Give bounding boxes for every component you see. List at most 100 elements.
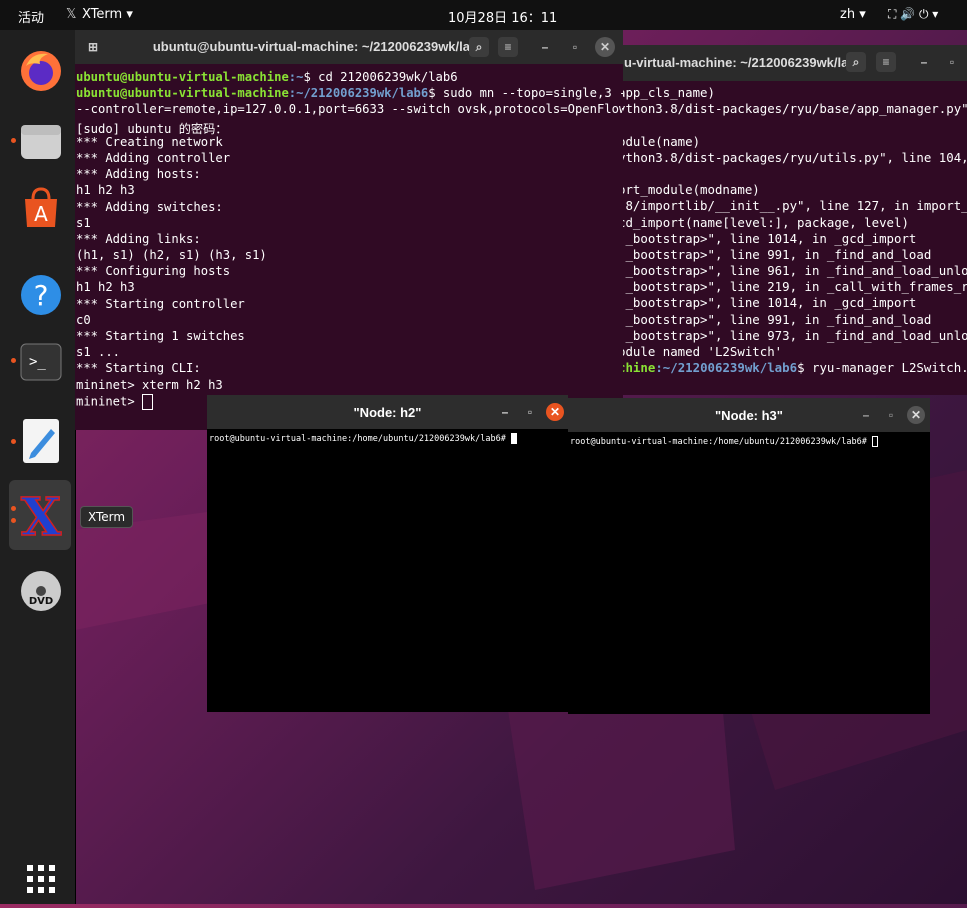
terminal-line: ._bootstrap>", line 219, in _call_with_f…	[618, 279, 967, 295]
text-cursor	[142, 393, 154, 410]
terminal-line: ._bootstrap>", line 961, in _find_and_lo…	[618, 263, 967, 279]
menu-icon[interactable]: ≡	[876, 52, 896, 72]
terminal-line: odule named 'L2Switch'	[618, 344, 783, 359]
prompt-host: chine	[618, 360, 656, 375]
terminal-line: *** Configuring hosts	[76, 264, 231, 279]
svg-text:A: A	[34, 202, 48, 226]
files-icon[interactable]	[12, 112, 70, 170]
terminal-line: *** Adding controller	[76, 150, 231, 165]
close-icon[interactable]: ✕	[546, 403, 564, 421]
terminal-line: .8/importlib/__init__.py", line 127, in …	[618, 198, 967, 214]
xterm-titlebar[interactable]: "Node: h2" – ▫ ✕	[207, 395, 568, 429]
prompt-command: $ ryu-manager L2Switch.py	[797, 360, 967, 375]
terminal-line: h1 h2 h3	[76, 183, 135, 198]
terminal-line: odule(name)	[618, 133, 701, 149]
terminal-line: *** Starting controller	[76, 296, 245, 311]
prompt-path: :~	[288, 70, 304, 84]
terminal-line: cd_import(name[level:], package, level)	[618, 214, 909, 230]
terminal-line: *** Adding links:	[76, 231, 201, 246]
search-icon[interactable]: ⌕	[846, 52, 866, 72]
terminal-window-ryu[interactable]: u-virtual-machine: ~/212006239wk/lab6 ⌕ …	[608, 45, 967, 395]
terminal-line: *** Adding switches:	[76, 199, 223, 214]
minimize-icon[interactable]: –	[856, 405, 876, 425]
firefox-icon[interactable]	[12, 42, 70, 100]
terminal-line: ort_module(modname)	[618, 182, 760, 198]
terminal-line: *** Creating network	[76, 134, 223, 149]
svg-text:X: X	[21, 487, 62, 543]
mininet-prompt: mininet>	[76, 394, 143, 409]
terminal-line: ._bootstrap>", line 991, in _find_and_lo…	[618, 246, 932, 262]
terminal-output: app_cls_name) ython3.8/dist-packages/ryu/…	[618, 85, 967, 360]
activities-button[interactable]: 活动	[18, 7, 44, 26]
running-indicator	[11, 506, 16, 511]
running-indicator	[11, 358, 16, 363]
top-bar: 活动 𝕏 XTerm ▾ 10月28日 16：11 zh ▾ ⛶ 🔊 ⏻ ▾	[0, 0, 967, 30]
terminal-output: ubuntu@ubuntu-virtual-machine:~$ cd 2120…	[76, 70, 623, 410]
terminal-titlebar[interactable]: u-virtual-machine: ~/212006239wk/lab6 ⌕ …	[608, 45, 967, 81]
close-icon[interactable]: ✕	[907, 406, 925, 424]
minimize-icon[interactable]: –	[495, 402, 515, 422]
dvd-icon[interactable]: DVD	[12, 562, 70, 620]
dock: A ? >_ X DVD	[0, 30, 76, 904]
terminal-titlebar[interactable]: ⊞ ubuntu@ubuntu-virtual-machine: ~/21200…	[75, 30, 623, 64]
terminal-line: s1	[76, 215, 91, 230]
menu-icon[interactable]: ≡	[498, 37, 518, 57]
help-icon[interactable]: ?	[12, 266, 70, 324]
language-menu[interactable]: zh ▾	[840, 7, 866, 22]
terminal-line: mininet> xterm h2 h3	[76, 377, 223, 392]
prompt-command: $ sudo mn --topo=single,3 --mac	[428, 86, 623, 101]
software-icon[interactable]: A	[12, 180, 70, 238]
svg-text:>_: >_	[29, 354, 46, 370]
text-editor-icon[interactable]	[12, 412, 70, 470]
terminal-line: ython3.8/dist-packages/ryu/base/app_mana…	[618, 101, 967, 117]
terminal-line: ._bootstrap>", line 991, in _find_and_lo…	[618, 311, 932, 327]
terminal-line: ython3.8/dist-packages/ryu/utils.py", li…	[618, 149, 967, 165]
text-cursor	[871, 436, 878, 447]
maximize-icon[interactable]: ▫	[881, 405, 901, 425]
text-cursor	[510, 433, 517, 444]
shell-prompt: root@ubuntu-virtual-machine:/home/ubuntu…	[570, 437, 872, 447]
terminal-line: [sudo] ubuntu 的密码：	[76, 121, 228, 136]
xterm-window-h3[interactable]: "Node: h3" – ▫ ✕ root@ubuntu-virtual-mac…	[568, 398, 930, 714]
dock-tooltip: XTerm	[80, 506, 134, 528]
xterm-small-icon: 𝕏	[66, 7, 77, 22]
clock[interactable]: 10月28日 16：11	[448, 7, 557, 26]
terminal-line: --controller=remote,ip=127.0.0.1,port=66…	[76, 102, 623, 117]
prompt-command: $ cd 212006239wk/lab6	[303, 70, 458, 84]
terminal-line: c0	[76, 312, 91, 327]
terminal-line: h1 h2 h3	[76, 280, 135, 295]
prompt-user: ubuntu@ubuntu-virtual-machine	[76, 70, 289, 84]
maximize-icon[interactable]: ▫	[520, 402, 540, 422]
close-icon[interactable]: ✕	[595, 37, 615, 57]
xterm-titlebar[interactable]: "Node: h3" – ▫ ✕	[568, 398, 930, 432]
xterm-window-h2[interactable]: "Node: h2" – ▫ ✕ root@ubuntu-virtual-mac…	[207, 395, 568, 712]
terminal-window-mininet[interactable]: ⊞ ubuntu@ubuntu-virtual-machine: ~/21200…	[75, 30, 623, 430]
running-indicator	[11, 138, 16, 143]
search-icon[interactable]: ⌕	[469, 37, 489, 57]
maximize-icon[interactable]: ▫	[565, 37, 585, 57]
app-menu[interactable]: XTerm ▾	[82, 7, 133, 22]
terminal-line: (h1, s1) (h2, s1) (h3, s1)	[76, 248, 267, 263]
show-apps-icon[interactable]	[12, 850, 70, 908]
minimize-icon[interactable]: –	[535, 37, 555, 57]
shell-prompt: root@ubuntu-virtual-machine:/home/ubuntu…	[209, 434, 511, 444]
prompt-line: chine:~/212006239wk/lab6$ ryu-manager L2…	[618, 360, 967, 376]
terminal-line: *** Starting CLI:	[76, 361, 201, 376]
terminal-line: ._bootstrap>", line 1014, in _gcd_import	[618, 295, 917, 311]
minimize-icon[interactable]: –	[914, 52, 934, 72]
xterm-icon[interactable]: X	[12, 486, 70, 544]
terminal-line: ._bootstrap>", line 973, in _find_and_lo…	[618, 327, 967, 343]
prompt-user: ubuntu@ubuntu-virtual-machine	[76, 86, 289, 101]
running-indicator	[11, 518, 16, 523]
svg-text:DVD: DVD	[29, 596, 53, 607]
xterm-body[interactable]: root@ubuntu-virtual-machine:/home/ubuntu…	[568, 432, 930, 714]
terminal-line: *** Adding hosts:	[76, 167, 201, 182]
xterm-body[interactable]: root@ubuntu-virtual-machine:/home/ubuntu…	[207, 429, 568, 712]
running-indicator	[11, 439, 16, 444]
terminal-line: s1 ...	[76, 345, 121, 360]
terminal-icon[interactable]: >_	[12, 333, 70, 391]
maximize-icon[interactable]: ▫	[942, 52, 962, 72]
system-status-icons[interactable]: ⛶ 🔊 ⏻ ▾	[888, 7, 938, 22]
